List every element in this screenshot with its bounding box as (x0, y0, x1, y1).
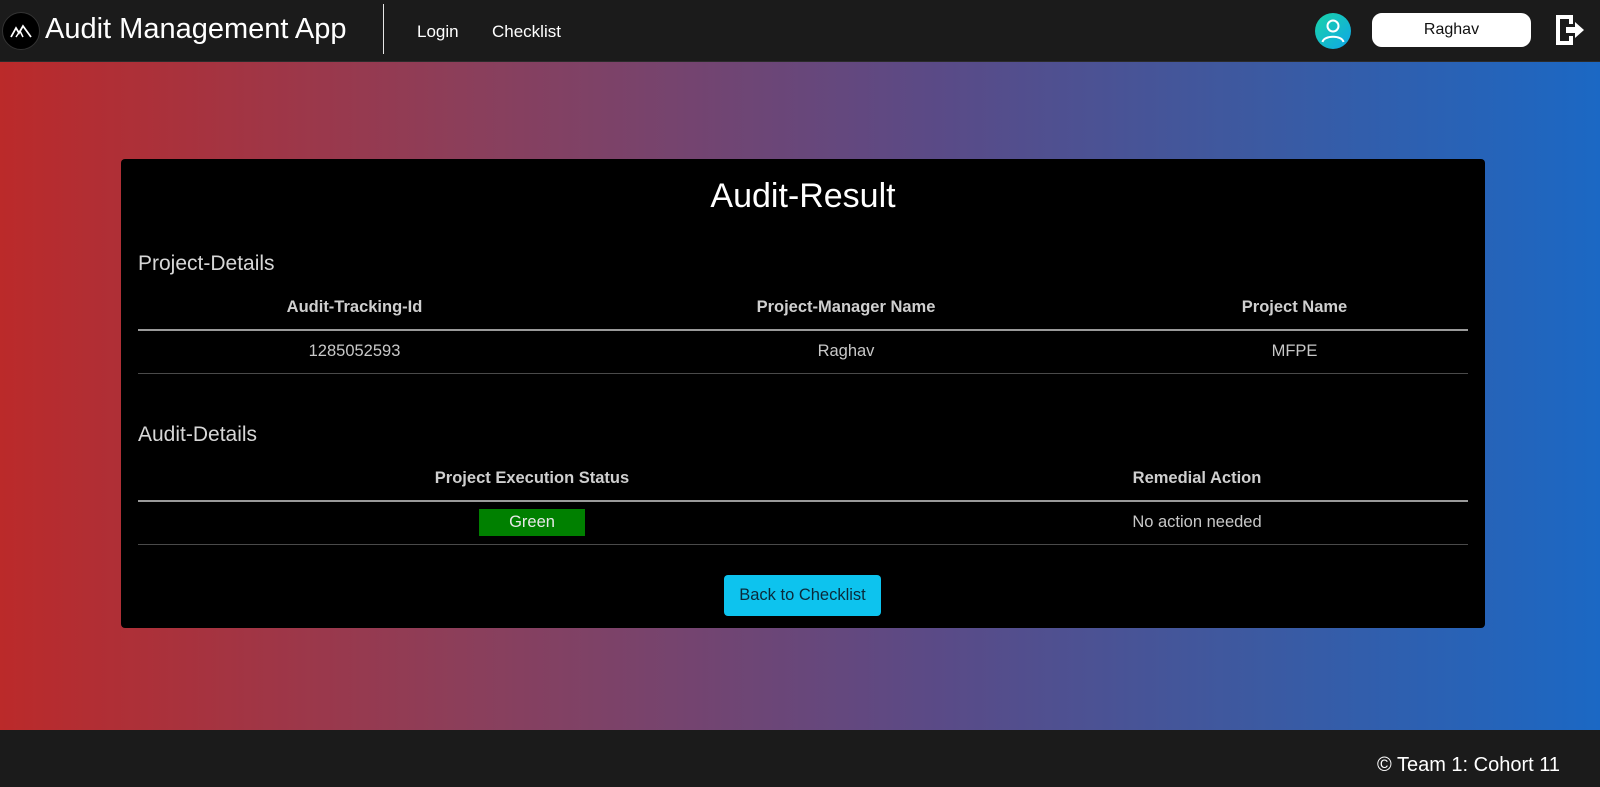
nav-login-link[interactable]: Login (417, 22, 459, 42)
logout-icon[interactable] (1553, 12, 1587, 48)
navbar: Audit Management App Login Checklist Rag… (0, 0, 1600, 62)
app-title[interactable]: Audit Management App (45, 13, 346, 46)
table-row: 1285052593 Raghav MFPE (138, 330, 1468, 374)
column-header-tracking-id: Audit-Tracking-Id (138, 285, 571, 331)
audit-result-card: Audit-Result Project-Details Audit-Track… (121, 159, 1485, 628)
manager-name-cell: Raghav (571, 330, 1121, 374)
table-row: Green No action needed (138, 501, 1468, 545)
mountain-logo-icon[interactable] (2, 12, 40, 50)
table-header-row: Audit-Tracking-Id Project-Manager Name P… (138, 285, 1468, 331)
column-header-project-name: Project Name (1121, 285, 1468, 331)
column-header-execution-status: Project Execution Status (138, 456, 926, 502)
audit-details-table: Project Execution Status Remedial Action… (138, 456, 1468, 545)
project-details-heading: Project-Details (138, 252, 275, 275)
back-to-checklist-button[interactable]: Back to Checklist (724, 575, 881, 616)
project-name-cell: MFPE (1121, 330, 1468, 374)
page-title: Audit-Result (710, 177, 896, 215)
user-avatar-icon[interactable] (1315, 13, 1351, 49)
remedial-action-cell: No action needed (926, 501, 1468, 545)
column-header-manager-name: Project-Manager Name (571, 285, 1121, 331)
column-header-remedial-action: Remedial Action (926, 456, 1468, 502)
audit-details-heading: Audit-Details (138, 423, 258, 446)
execution-status-cell: Green (138, 501, 926, 545)
footer-copyright: © Team 1: Cohort 11 (1377, 754, 1560, 776)
tracking-id-cell: 1285052593 (138, 330, 571, 374)
table-header-row: Project Execution Status Remedial Action (138, 456, 1468, 502)
nav-divider (383, 4, 384, 54)
status-badge: Green (479, 509, 585, 537)
project-details-table: Audit-Tracking-Id Project-Manager Name P… (138, 285, 1468, 374)
user-name-button[interactable]: Raghav (1372, 13, 1531, 47)
nav-checklist-link[interactable]: Checklist (492, 22, 561, 42)
footer: © Team 1: Cohort 11 (0, 730, 1600, 787)
